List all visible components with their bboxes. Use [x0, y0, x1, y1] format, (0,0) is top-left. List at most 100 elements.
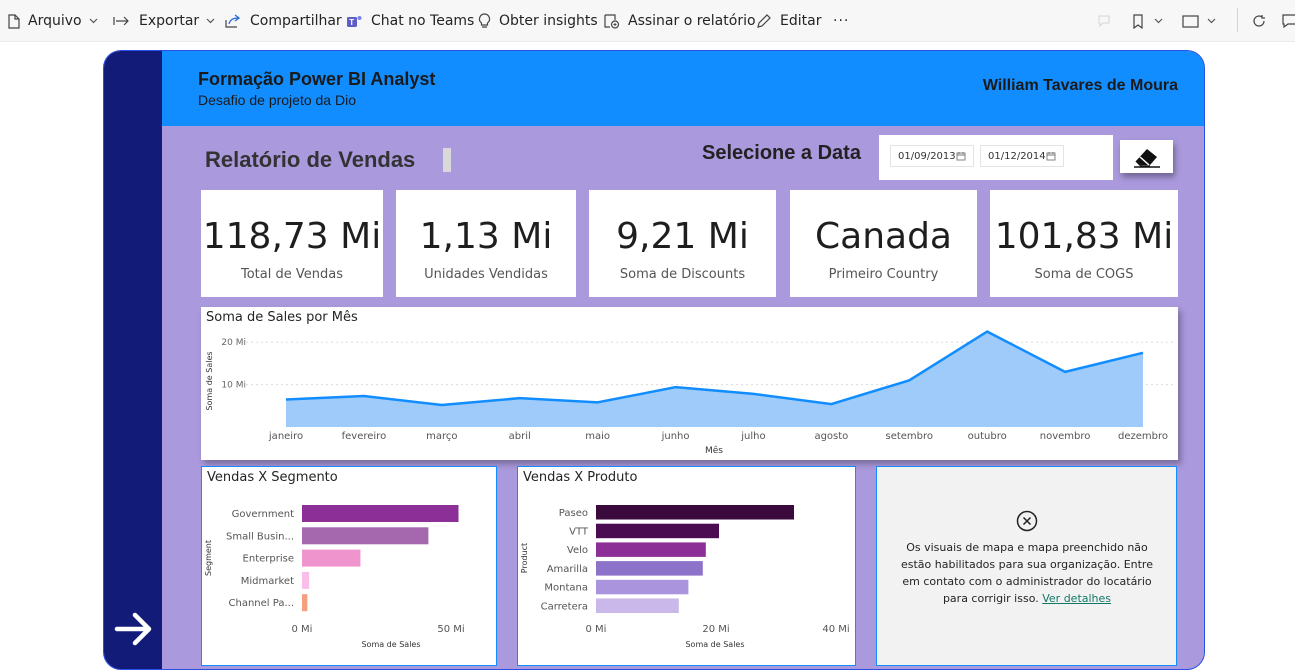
bar: [596, 542, 706, 557]
y-tick-label: 10 Mi: [221, 381, 246, 391]
date-start-value: 01/09/2013: [898, 150, 956, 162]
document-icon: [8, 13, 20, 29]
x-axis-title: Soma de Sales: [361, 640, 420, 649]
more-options-button[interactable]: ···: [833, 0, 849, 42]
x-tick-label: 20 Mi: [702, 624, 729, 635]
chat-button[interactable]: [1282, 0, 1295, 42]
sales-by-segment-chart[interactable]: Vendas X Segmento Government Small Busin.…: [201, 466, 497, 666]
date-end-value: 01/12/2014: [988, 150, 1046, 162]
chevron-down-icon: [1207, 18, 1216, 24]
bar: [596, 579, 689, 595]
kpi-card-cogs[interactable]: 101,83 Mi Soma de COGS: [990, 190, 1178, 297]
view-menu[interactable]: [1182, 0, 1216, 42]
page-title: Relatório de Vendas: [205, 147, 416, 172]
bookmark-menu[interactable]: [1132, 0, 1163, 42]
bar: [302, 505, 459, 522]
edit-button[interactable]: Editar: [756, 0, 821, 42]
kpi-card-total-sales[interactable]: 118,73 Mi Total de Vendas: [201, 190, 383, 297]
category-label: Small Busin...: [226, 531, 294, 542]
kpi-value: 1,13 Mi: [419, 216, 553, 257]
category-label: Midmarket: [241, 576, 294, 587]
report-header: Formação Power BI Analyst Desafio de pro…: [162, 51, 1204, 126]
export-menu[interactable]: Exportar: [113, 0, 215, 42]
x-tick-label: 50 Mi: [437, 624, 464, 635]
teams-chat-button[interactable]: T Chat no Teams: [346, 0, 474, 42]
teams-chat-label: Chat no Teams: [371, 13, 475, 29]
subscribe-button[interactable]: Assinar o relatório: [603, 0, 756, 42]
calendar-icon: [956, 152, 966, 161]
y-axis-title: Soma de Sales: [205, 351, 214, 410]
category-label: Government: [232, 509, 294, 520]
insights-label: Obter insights: [499, 13, 598, 29]
chevron-down-icon: [89, 18, 98, 24]
title-decoration: [443, 148, 451, 172]
x-tick-label: 0 Mi: [586, 624, 607, 635]
x-tick-label: dezembro: [1118, 431, 1168, 442]
x-tick-label: fevereiro: [342, 431, 387, 442]
share-button[interactable]: Compartilhar: [224, 0, 342, 42]
share-label: Compartilhar: [250, 13, 342, 29]
date-start-input[interactable]: 01/09/2013: [890, 145, 974, 167]
map-visual-disabled: Os visuais de mapa e mapa preenchido não…: [876, 466, 1177, 666]
kpi-card-top-country[interactable]: Canada Primeiro Country: [790, 190, 977, 297]
bar: [596, 561, 703, 576]
map-disabled-message: Os visuais de mapa e mapa preenchido não…: [901, 539, 1153, 607]
x-tick-label: 0 Mi: [292, 624, 313, 635]
kpi-value: 101,83 Mi: [994, 216, 1174, 257]
bar: [302, 549, 361, 567]
product-bar-svg: Paseo VTT Velo Amarilla Montana Carretera 0 Mi…: [520, 505, 850, 649]
comment-icon[interactable]: [1098, 0, 1110, 42]
kpi-label: Primeiro Country: [828, 267, 939, 282]
edit-label: Editar: [780, 13, 822, 29]
details-link[interactable]: Ver detalhes: [1042, 592, 1111, 605]
author-name: William Tavares de Moura: [982, 77, 1178, 94]
kpi-value: Canada: [815, 216, 952, 257]
chat-bubble-icon: [1282, 14, 1295, 28]
x-tick-label: abril: [509, 431, 531, 442]
sales-by-month-chart[interactable]: Soma de Sales por Mês 10 Mi 20 Mi janeiro f…: [201, 307, 1178, 460]
category-label: Amarilla: [547, 564, 588, 575]
toolbar: Arquivo Exportar Compartilhar T Chat no …: [0, 0, 1295, 42]
x-tick-label: março: [426, 431, 457, 442]
x-axis-title: Soma de Sales: [685, 640, 744, 649]
x-tick-label: agosto: [814, 431, 848, 442]
kpi-card-units-sold[interactable]: 1,13 Mi Unidades Vendidas: [396, 190, 576, 297]
window-icon: [1182, 14, 1199, 28]
segment-bar-svg: Government Small Busin... Enterprise Midmar…: [204, 505, 465, 649]
close-circle-icon: [1016, 510, 1038, 532]
file-menu-label: Arquivo: [28, 13, 82, 29]
kpi-label: Total de Vendas: [241, 267, 343, 282]
clear-filters-button[interactable]: [1120, 140, 1173, 173]
category-label: Velo: [567, 545, 588, 556]
report-subtitle: Desafio de projeto da Dio: [198, 92, 356, 108]
kpi-value: 9,21 Mi: [616, 216, 749, 257]
bookmark-icon: [1133, 13, 1143, 29]
insights-button[interactable]: Obter insights: [478, 0, 598, 42]
category-label: VTT: [569, 526, 589, 537]
category-label: Channel Pa...: [229, 598, 294, 609]
x-tick-label: janeiro: [268, 431, 303, 442]
refresh-icon: [1253, 15, 1265, 27]
report-title: Formação Power BI Analyst: [198, 69, 436, 89]
kpi-label: Soma de Discounts: [619, 267, 746, 282]
sales-by-product-chart[interactable]: Vendas X Produto Paseo VTT Velo Amarilla Mon…: [517, 466, 856, 666]
x-tick-label: maio: [585, 431, 610, 442]
arrow-right-icon[interactable]: [114, 609, 154, 649]
bar: [596, 523, 719, 539]
kpi-card-discounts[interactable]: 9,21 Mi Soma de Discounts: [589, 190, 776, 297]
y-tick-label: 20 Mi: [221, 338, 246, 348]
chevron-down-icon: [1154, 18, 1163, 24]
refresh-button[interactable]: [1252, 0, 1266, 42]
export-menu-label: Exportar: [139, 13, 200, 29]
date-end-input[interactable]: 01/12/2014: [980, 145, 1064, 167]
x-tick-label: setembro: [885, 431, 933, 442]
date-slicer: 01/09/2013 01/12/2014: [879, 135, 1113, 180]
category-label: Montana: [544, 583, 588, 594]
y-axis-title: Segment: [204, 540, 213, 576]
report-canvas: Formação Power BI Analyst Desafio de pro…: [103, 50, 1205, 670]
lightbulb-icon: [478, 13, 491, 28]
x-tick-label: 40 Mi: [822, 624, 849, 635]
pencil-icon: [757, 14, 771, 28]
file-menu[interactable]: Arquivo: [8, 0, 98, 42]
map-message-text: Os visuais de mapa e mapa preenchido não…: [901, 541, 1153, 605]
